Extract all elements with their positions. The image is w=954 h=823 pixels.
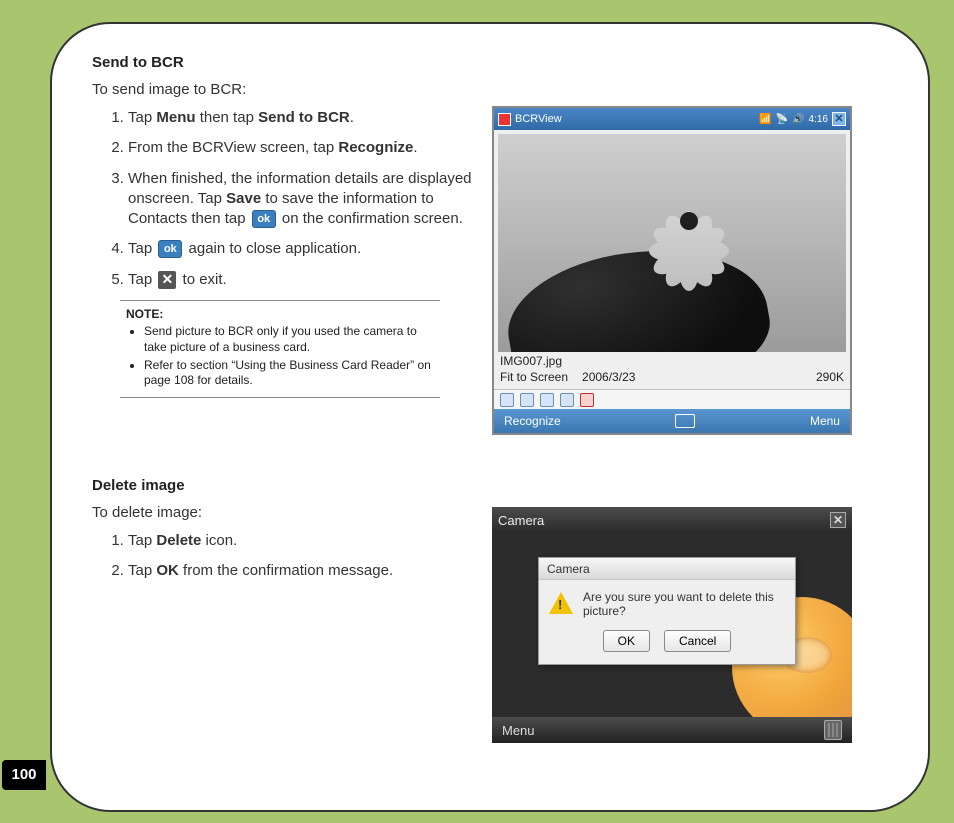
t: Recognize <box>338 139 413 156</box>
confirm-dialog: Camera Are you sure you want to delete t… <box>538 557 796 665</box>
t: Tap <box>128 240 156 257</box>
zoom-in-icon[interactable] <box>500 393 514 407</box>
prev-icon[interactable] <box>540 393 554 407</box>
filename: IMG007.jpg <box>500 354 844 370</box>
step-1: Tap Delete icon. <box>128 531 472 551</box>
camera-titlebar: Camera ✕ <box>492 507 852 533</box>
send-to-bcr-steps: Tap Menu then tap Send to BCR. From the … <box>112 108 472 290</box>
t: from the confirmation message. <box>179 562 393 579</box>
camera-softbar: Menu <box>492 717 852 743</box>
camera-title: Camera <box>498 513 544 528</box>
dialog-message: Are you sure you want to delete this pic… <box>583 590 785 618</box>
t: Save <box>226 190 261 207</box>
t: icon. <box>201 532 237 549</box>
zoom-out-icon[interactable] <box>520 393 534 407</box>
t: Tap <box>128 532 156 549</box>
t: . <box>413 139 417 156</box>
photo-preview <box>498 134 846 352</box>
step-2: From the BCRView screen, tap Recognize. <box>128 138 472 158</box>
fit-label: Fit to Screen <box>500 370 568 386</box>
t: Tap <box>128 562 156 579</box>
toolbar <box>494 389 850 409</box>
t: OK <box>156 562 179 579</box>
app-title: BCRView <box>515 113 755 125</box>
softkey-right[interactable]: Menu <box>810 414 840 428</box>
delete-image-heading: Delete image <box>92 477 472 494</box>
t: Menu <box>156 109 195 126</box>
t: Tap <box>128 271 156 288</box>
softkey-left[interactable]: Menu <box>502 723 535 738</box>
t: to exit. <box>178 271 226 288</box>
step-3: When finished, the information details a… <box>128 169 472 230</box>
delete-image-steps: Tap Delete icon. Tap OK from the confirm… <box>112 531 472 582</box>
close-button[interactable]: ✕ <box>832 112 846 126</box>
start-icon[interactable] <box>498 113 511 126</box>
dialog-title: Camera <box>539 558 795 580</box>
signal-icon: 📶 <box>759 114 771 125</box>
t: From the BCRView screen, tap <box>128 139 338 156</box>
close-button[interactable]: ✕ <box>830 512 846 528</box>
send-to-bcr-heading: Send to BCR <box>92 54 472 71</box>
step-4: Tap ok again to close application. <box>128 239 472 259</box>
t: . <box>350 109 354 126</box>
volume-icon: 🔊 <box>792 114 804 125</box>
warning-icon <box>549 592 573 614</box>
t: Delete <box>156 532 201 549</box>
step-2: Tap OK from the confirmation message. <box>128 561 472 581</box>
t: again to close application. <box>184 240 361 257</box>
delete-icon[interactable] <box>580 393 594 407</box>
delete-image-intro: To delete image: <box>92 504 472 521</box>
step-1: Tap Menu then tap Send to BCR. <box>128 108 472 128</box>
t: Send to BCR <box>258 109 350 126</box>
note-item: Refer to section “Using the Business Car… <box>144 358 434 389</box>
note-item: Send picture to BCR only if you used the… <box>144 324 434 355</box>
cancel-button[interactable]: Cancel <box>664 630 731 652</box>
pda-titlebar: BCRView 📶 📡 🔊 4:16 ✕ <box>494 108 850 130</box>
t: then tap <box>196 109 259 126</box>
ok-icon: ok <box>252 210 276 228</box>
ok-button[interactable]: OK <box>603 630 650 652</box>
wifi-icon: 📡 <box>776 114 788 125</box>
note-title: NOTE: <box>126 307 434 323</box>
camera-screenshot: Camera ✕ Camera Are you sure you want to… <box>492 507 852 743</box>
size-label: 290K <box>816 370 844 386</box>
next-icon[interactable] <box>560 393 574 407</box>
close-icon: ✕ <box>158 271 176 289</box>
ok-icon: ok <box>158 240 182 258</box>
softkey-bar: Recognize Menu <box>494 409 850 433</box>
step-5: Tap ✕ to exit. <box>128 270 472 290</box>
t: on the confirmation screen. <box>278 210 463 227</box>
softkey-left[interactable]: Recognize <box>504 414 561 428</box>
send-to-bcr-intro: To send image to BCR: <box>92 81 472 98</box>
note-box: NOTE: Send picture to BCR only if you us… <box>120 300 440 398</box>
bcrview-screenshot: BCRView 📶 📡 🔊 4:16 ✕ IMG007.j <box>492 106 852 435</box>
clock: 4:16 <box>809 114 828 125</box>
page-number: 100 <box>2 760 46 790</box>
photo-info: IMG007.jpg Fit to Screen 2006/3/23 290K <box>494 352 850 389</box>
sip-icon[interactable] <box>675 414 695 428</box>
date-label: 2006/3/23 <box>582 370 635 386</box>
trash-icon[interactable] <box>824 720 842 740</box>
page-card: Send to BCR To send image to BCR: Tap Me… <box>50 22 930 812</box>
t: Tap <box>128 109 156 126</box>
